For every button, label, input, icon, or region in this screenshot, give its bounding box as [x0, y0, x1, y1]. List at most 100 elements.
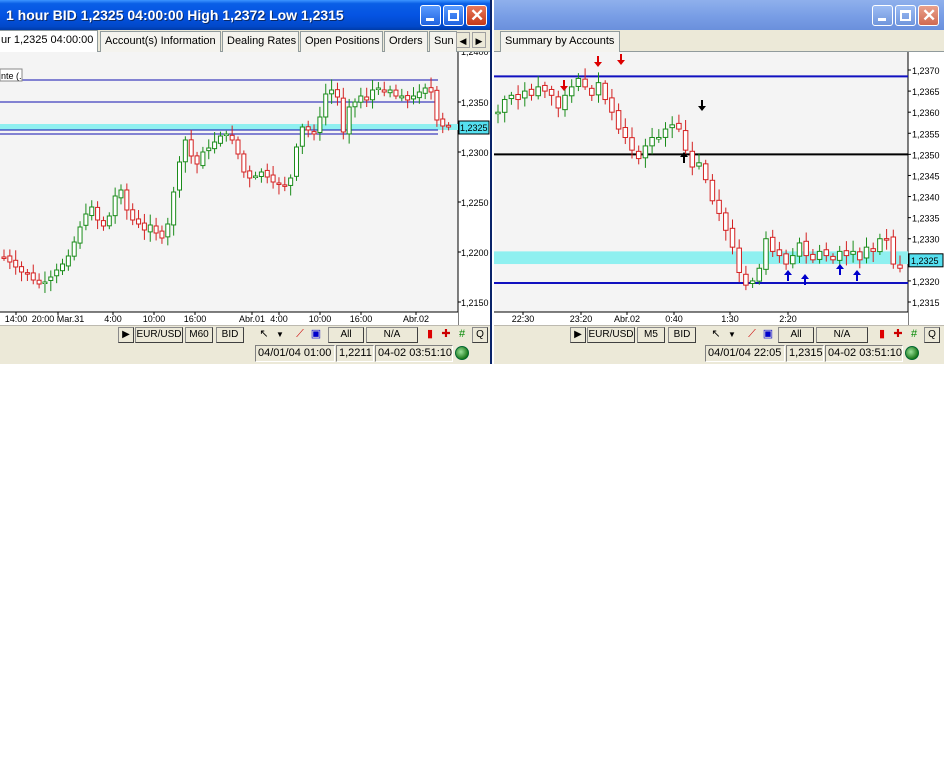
candle-body — [188, 139, 194, 157]
symbol-button[interactable]: EUR/USD — [587, 327, 635, 343]
candle-body-fill — [424, 89, 427, 93]
candle-body — [229, 134, 235, 141]
candle-body-fill — [219, 137, 222, 143]
price-label: 1,2340 — [912, 193, 940, 203]
current-price-label: 1,2325 — [911, 256, 939, 266]
dropdown-arrow-icon[interactable]: ▼ — [724, 327, 740, 343]
tab-scroll-right-button[interactable]: ▶ — [472, 32, 486, 48]
play-button[interactable]: ▶ — [118, 327, 134, 343]
candle-body — [629, 137, 635, 151]
candle-body-fill — [354, 103, 356, 106]
close-button[interactable]: ✕ — [466, 5, 487, 26]
maximize-button[interactable] — [895, 5, 916, 26]
na-button[interactable]: N/A — [366, 327, 418, 343]
chart-canvas[interactable]: nte (. 1,2350 1,2300 1,2250 1,2200 1,2150 1,24… — [0, 52, 490, 325]
tab-account-information[interactable]: Account(s) Information — [100, 31, 221, 52]
tab-summary-truncated[interactable]: Sun — [429, 31, 457, 52]
candle-body-fill — [577, 79, 580, 86]
candle-body-fill — [289, 179, 292, 185]
tab-dealing-rates[interactable]: Dealing Rates — [222, 31, 299, 52]
period-button[interactable]: M60 — [185, 327, 213, 343]
time-label: 22:30 — [512, 314, 535, 324]
candle-body — [446, 124, 452, 128]
candle-body — [311, 131, 317, 135]
candle-body — [615, 110, 622, 130]
candle-type-icon[interactable]: ▮ — [874, 327, 890, 343]
tab-orders[interactable]: Orders — [384, 31, 428, 52]
dropdown-arrow-icon[interactable]: ▼ — [272, 327, 288, 343]
minimize-icon — [426, 18, 434, 21]
object-tool-icon[interactable]: ▣ — [308, 327, 324, 343]
all-button[interactable]: All — [778, 327, 814, 343]
candle-body — [264, 169, 270, 178]
candle-body — [235, 139, 241, 155]
candle-body — [399, 95, 405, 99]
price-axis — [458, 52, 490, 325]
symbol-button[interactable]: EUR/USD — [135, 327, 183, 343]
candle-body — [282, 184, 288, 187]
tab-summary-by-accounts[interactable]: Summary by Accounts — [500, 31, 620, 52]
cursor-tool-icon[interactable]: ↖ — [708, 327, 724, 343]
grid-icon[interactable]: # — [906, 327, 922, 343]
candle-body — [622, 127, 629, 138]
crosshair-icon[interactable]: ✚ — [438, 327, 454, 343]
candle-body-fill — [254, 177, 257, 178]
candle-body-fill — [697, 163, 701, 166]
candle-body — [270, 174, 276, 183]
candle-body-fill — [570, 87, 573, 95]
candle-body — [589, 87, 595, 96]
play-button[interactable]: ▶ — [570, 327, 586, 343]
all-button[interactable]: All — [328, 327, 364, 343]
hourly-candlestick-chart[interactable]: nte (. 1,2350 1,2300 1,2250 1,2200 1,2150 1,24… — [0, 52, 490, 325]
candle-body-fill — [791, 256, 795, 263]
candle-body-fill — [536, 87, 540, 95]
candle-type-icon[interactable]: ▮ — [422, 327, 438, 343]
candle-body-fill — [418, 93, 421, 97]
crosshair-icon[interactable]: ✚ — [890, 327, 906, 343]
tab-chart[interactable]: ur 1,2325 04:00:00 — [0, 30, 98, 53]
chart-canvas[interactable]: 1,2370 1,2365 1,2360 1,2355 1,2350 1,2345 1,23… — [494, 52, 944, 325]
candle-body — [515, 94, 521, 101]
status-bar: 04/01/04 22:05 1,2315 04-02 03:51:10 — [494, 344, 944, 364]
candle-body-fill — [412, 97, 415, 98]
legend-text: nte (. — [1, 71, 22, 81]
line-tool-icon[interactable]: ⟋ — [292, 327, 308, 343]
time-label: 10:00 — [143, 314, 166, 324]
candle-body-fill — [79, 228, 82, 243]
side-button[interactable]: BID — [668, 327, 696, 343]
close-button[interactable]: ✕ — [918, 5, 939, 26]
candle-body — [810, 253, 816, 261]
price-label: 1,2315 — [912, 298, 940, 308]
maximize-button[interactable] — [443, 5, 464, 26]
time-label: 20:00 Mar.31 — [32, 314, 85, 324]
minimize-button[interactable] — [420, 5, 441, 26]
title-bar[interactable]: 1 hour BID 1,2325 04:00:00 High 1,2372 L… — [0, 0, 490, 30]
q-button[interactable]: Q — [472, 327, 488, 343]
object-tool-icon[interactable]: ▣ — [760, 327, 776, 343]
five-minute-candlestick-chart[interactable]: 1,2370 1,2365 1,2360 1,2355 1,2350 1,2345 1,23… — [494, 52, 944, 325]
period-button[interactable]: M5 — [637, 327, 665, 343]
server-clock: 04-02 03:51:10 — [825, 345, 903, 362]
tab-bar: Summary by Accounts — [494, 30, 944, 52]
candle-body-fill — [818, 252, 821, 259]
candle-body-fill — [597, 83, 600, 94]
candle-body-fill — [758, 269, 761, 281]
tab-open-positions[interactable]: Open Positions — [300, 31, 383, 52]
candle-body — [689, 150, 696, 168]
candle-body — [241, 153, 247, 173]
candle-body-fill — [510, 96, 513, 98]
side-button[interactable]: BID — [216, 327, 244, 343]
na-button[interactable]: N/A — [816, 327, 868, 343]
title-bar[interactable]: ✕ — [494, 0, 944, 30]
candle-body-fill — [61, 265, 64, 270]
line-tool-icon[interactable]: ⟋ — [744, 327, 760, 343]
cursor-tool-icon[interactable]: ↖ — [256, 327, 272, 343]
grid-icon[interactable]: # — [454, 327, 470, 343]
candle-body-fill — [225, 135, 228, 136]
candle-body — [635, 150, 642, 160]
candle-body — [305, 126, 311, 131]
candle-body — [95, 206, 101, 221]
q-button[interactable]: Q — [924, 327, 940, 343]
minimize-button[interactable] — [872, 5, 893, 26]
tab-scroll-left-button[interactable]: ◀ — [456, 32, 470, 48]
